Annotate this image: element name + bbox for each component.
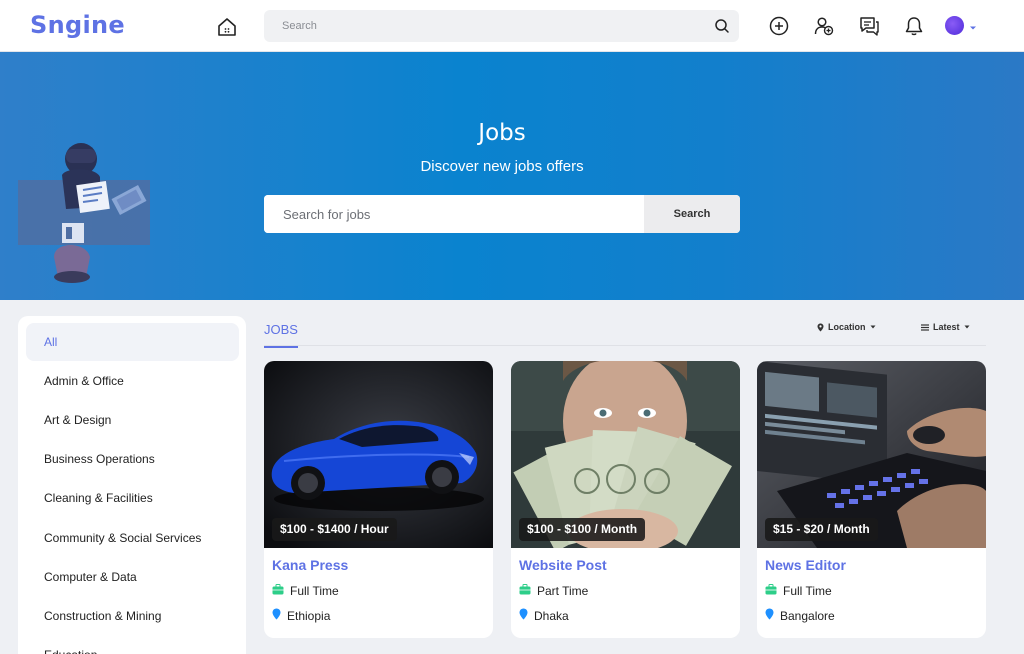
jobs-search-button[interactable]: Search <box>644 195 740 233</box>
category-cleaning-facilities[interactable]: Cleaning & Facilities <box>26 479 239 517</box>
category-business-operations[interactable]: Business Operations <box>26 440 239 478</box>
search-icon[interactable] <box>714 18 730 34</box>
jobs-section-header: JOBS Location Latest <box>264 316 986 348</box>
job-type: Full Time <box>765 584 832 598</box>
job-image-blue-sports-car[interactable]: $100 - $1400 / Hour <box>264 361 493 548</box>
job-location: Ethiopia <box>272 608 330 623</box>
job-location-label: Ethiopia <box>287 608 331 623</box>
job-type-label: Part Time <box>537 584 589 598</box>
job-type-label: Full Time <box>783 584 832 598</box>
job-card[interactable]: $100 - $1400 / Hour Kana Press Full Time… <box>264 361 493 638</box>
jobs-hero-banner: Jobs Discover new jobs offers Search <box>0 52 1024 300</box>
job-type: Part Time <box>519 584 588 598</box>
map-pin-icon <box>765 608 774 623</box>
briefcase-icon <box>519 584 531 598</box>
bell-icon[interactable] <box>903 15 925 37</box>
job-card[interactable]: $15 - $20 / Month News Editor Full Time … <box>757 361 986 638</box>
category-computer-data[interactable]: Computer & Data <box>26 558 239 596</box>
add-user-icon[interactable] <box>813 15 835 37</box>
top-search-bar <box>264 10 739 42</box>
category-education[interactable]: Education <box>26 636 239 654</box>
caret-down-icon <box>964 324 970 330</box>
map-pin-icon <box>817 323 824 332</box>
job-title[interactable]: Kana Press <box>272 557 348 573</box>
sort-filter-label: Latest <box>933 322 960 332</box>
messages-icon[interactable] <box>858 15 880 37</box>
briefcase-icon <box>765 584 777 598</box>
home-icon[interactable] <box>216 16 238 38</box>
sort-filter[interactable]: Latest <box>921 322 970 332</box>
job-location-label: Dhaka <box>534 608 569 623</box>
category-construction-mining[interactable]: Construction & Mining <box>26 597 239 635</box>
page-title: Jobs <box>478 120 526 146</box>
avatar[interactable] <box>945 16 964 35</box>
job-title[interactable]: News Editor <box>765 557 846 573</box>
job-image-person-holding-cash[interactable]: $100 - $100 / Month <box>511 361 740 548</box>
job-location: Bangalore <box>765 608 835 623</box>
page-subtitle: Discover new jobs offers <box>420 158 584 175</box>
category-community-social-services[interactable]: Community & Social Services <box>26 519 239 557</box>
site-logo[interactable]: Sngine <box>30 11 125 39</box>
category-all[interactable]: All <box>26 323 239 361</box>
map-pin-icon <box>519 608 528 623</box>
location-filter[interactable]: Location <box>817 322 876 332</box>
job-image-laptop-video-editing[interactable]: $15 - $20 / Month <box>757 361 986 548</box>
jobs-search-form: Search <box>264 195 740 233</box>
caret-down-icon <box>870 324 876 330</box>
job-salary: $100 - $100 / Month <box>519 518 646 541</box>
map-pin-icon <box>272 608 281 623</box>
caret-down-icon[interactable] <box>969 19 977 30</box>
tab-jobs[interactable]: JOBS <box>264 322 298 348</box>
sort-icon <box>921 323 929 331</box>
job-location-label: Bangalore <box>780 608 835 623</box>
top-search-input[interactable] <box>264 10 704 42</box>
job-card[interactable]: $100 - $100 / Month Website Post Part Ti… <box>511 361 740 638</box>
job-salary: $100 - $1400 / Hour <box>272 518 397 541</box>
job-type: Full Time <box>272 584 339 598</box>
briefcase-icon <box>272 584 284 598</box>
categories-sidebar: All Admin & Office Art & Design Business… <box>18 316 246 654</box>
job-location: Dhaka <box>519 608 569 623</box>
job-salary: $15 - $20 / Month <box>765 518 878 541</box>
category-admin-office[interactable]: Admin & Office <box>26 362 239 400</box>
job-type-label: Full Time <box>290 584 339 598</box>
location-filter-label: Location <box>828 322 866 332</box>
category-art-design[interactable]: Art & Design <box>26 401 239 439</box>
job-title[interactable]: Website Post <box>519 557 607 573</box>
add-icon[interactable] <box>768 15 790 37</box>
top-navbar: Sngine <box>0 0 1024 52</box>
jobs-search-input[interactable] <box>264 195 644 233</box>
